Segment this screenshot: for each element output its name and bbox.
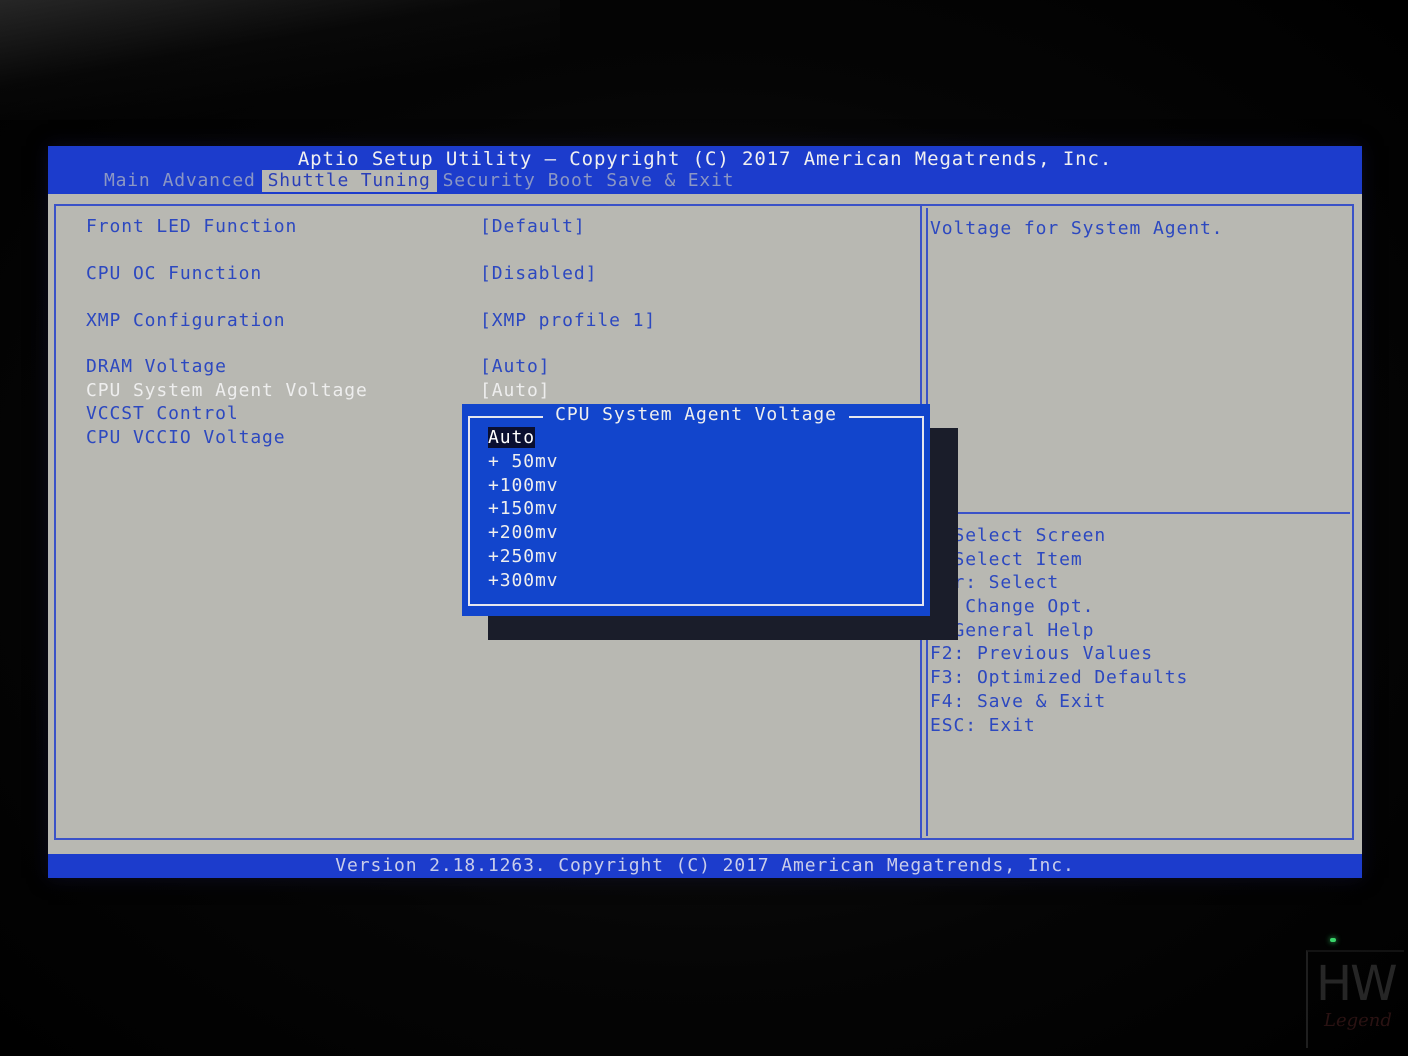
bios-title: Aptio Setup Utility – Copyright (C) 2017… xyxy=(297,148,1113,170)
popup-option-250mv[interactable]: +250mv xyxy=(488,545,558,569)
watermark-subtitle: Legend xyxy=(1324,1010,1392,1031)
tab-save-exit[interactable]: Save & Exit xyxy=(600,170,740,192)
key-hint: : Select Item xyxy=(930,548,1083,570)
setting-front-led[interactable]: Front LED Function [Default] xyxy=(86,216,906,238)
title-bar: Aptio Setup Utility – Copyright (C) 2017… xyxy=(48,146,1362,194)
setting-label: VCCST Control xyxy=(86,403,239,424)
footer-bar: Version 2.18.1263. Copyright (C) 2017 Am… xyxy=(48,854,1362,878)
help-description: Voltage for System Agent. xyxy=(930,218,1224,239)
setting-value: [Disabled] xyxy=(480,263,598,284)
popup-option-200mv[interactable]: +200mv xyxy=(488,521,558,545)
key-hint: F3: Optimized Defaults xyxy=(930,667,1189,689)
key-hint: F2: Previous Values xyxy=(930,643,1154,665)
tab-security[interactable]: Security xyxy=(437,170,542,192)
setting-cpu-oc[interactable]: CPU OC Function [Disabled] xyxy=(86,263,906,285)
tab-main[interactable]: Main xyxy=(98,170,157,192)
key-hint: ESC: Exit xyxy=(930,714,1036,736)
setting-label: CPU OC Function xyxy=(86,263,263,284)
key-hint: F4: Save & Exit xyxy=(930,690,1107,712)
popup-option-label: Auto xyxy=(488,427,535,448)
popup-option-300mv[interactable]: +300mv xyxy=(488,569,558,593)
key-hint: ter: Select xyxy=(930,572,1060,594)
monitor-glare xyxy=(0,0,560,120)
setting-label: CPU VCCIO Voltage xyxy=(86,427,286,448)
popup-option-100mv[interactable]: +100mv xyxy=(488,474,558,498)
popup-option-list: Auto + 50mv +100mv +150mv +200mv +250mv … xyxy=(488,426,558,593)
version-text: Version 2.18.1263. Copyright (C) 2017 Am… xyxy=(335,855,1075,876)
setting-label: CPU System Agent Voltage xyxy=(86,380,368,401)
setting-cpu-sa-voltage[interactable]: CPU System Agent Voltage [Auto] xyxy=(86,380,906,402)
popup-option-auto[interactable]: Auto xyxy=(488,426,558,450)
setting-label: DRAM Voltage xyxy=(86,356,227,377)
popup-option-50mv[interactable]: + 50mv xyxy=(488,450,558,474)
setting-dram-voltage[interactable]: DRAM Voltage [Auto] xyxy=(86,356,906,378)
setting-value: [Auto] xyxy=(480,356,551,377)
tab-shuttle-tuning[interactable]: Shuttle Tuning xyxy=(261,170,437,192)
popup-title: CPU System Agent Voltage xyxy=(462,404,930,426)
watermark-logo: HW xyxy=(1316,956,1398,1012)
setting-xmp[interactable]: XMP Configuration [XMP profile 1] xyxy=(86,310,906,332)
help-divider xyxy=(924,512,1350,514)
key-hint: : Select Screen xyxy=(930,525,1107,546)
setting-value: [XMP profile 1] xyxy=(480,310,657,331)
key-legend: : Select Screen : Select Item ter: Selec… xyxy=(930,524,1188,737)
setting-label: XMP Configuration xyxy=(86,310,286,331)
bios-screen: Aptio Setup Utility – Copyright (C) 2017… xyxy=(48,146,1362,878)
setting-value: [Default] xyxy=(480,216,586,237)
popup-title-text: CPU System Agent Voltage xyxy=(543,404,849,425)
setting-label: Front LED Function xyxy=(86,216,298,237)
tab-advanced[interactable]: Advanced xyxy=(157,170,262,192)
tab-boot[interactable]: Boot xyxy=(542,170,601,192)
power-led xyxy=(1330,938,1336,942)
tab-bar: Main Advanced Shuttle Tuning Security Bo… xyxy=(98,170,740,192)
setting-value: [Auto] xyxy=(480,380,551,401)
key-hint: -: Change Opt. xyxy=(930,596,1095,618)
watermark: HW Legend xyxy=(1306,950,1404,1048)
key-hint: : General Help xyxy=(930,619,1095,641)
voltage-popup: CPU System Agent Voltage Auto + 50mv +10… xyxy=(462,404,930,616)
popup-option-150mv[interactable]: +150mv xyxy=(488,497,558,521)
